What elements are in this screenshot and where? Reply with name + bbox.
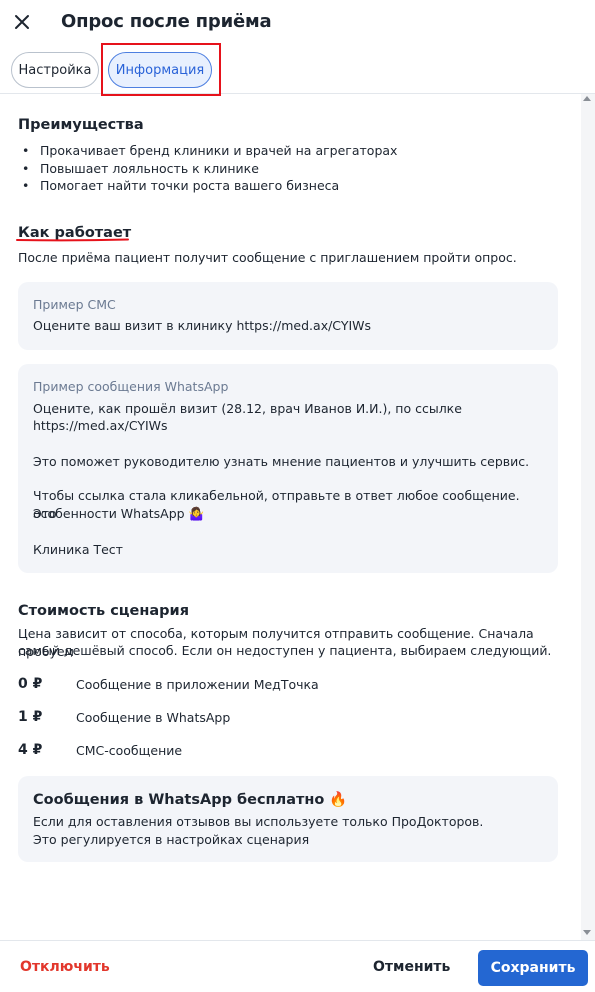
cost-description: самый дешёвый способ. Если он недоступен… — [18, 643, 552, 658]
tab-settings[interactable]: Настройка — [11, 52, 99, 88]
whatsapp-text-line: особенности WhatsApp 🤷‍♀️ — [33, 506, 205, 521]
tab-bar: Настройка Информация — [0, 48, 595, 94]
price-label: Сообщение в WhatsApp — [76, 710, 231, 725]
price-row: 0 ₽ Сообщение в приложении МедТочка — [18, 676, 558, 696]
sms-example-text: Оцените ваш визит в клинику https://med.… — [33, 318, 372, 333]
list-item: Повышает лояльность к клинике — [18, 160, 397, 178]
note-text: Если для оставления отзывов вы используе… — [33, 814, 484, 829]
sms-example-card: Пример СМС Оцените ваш визит в клинику h… — [18, 282, 558, 350]
price-label: Сообщение в приложении МедТочка — [76, 677, 319, 692]
note-text: Это регулируется в настройках сценария — [33, 832, 310, 847]
whatsapp-example-label: Пример сообщения WhatsApp — [33, 379, 229, 394]
whatsapp-free-note: Сообщения в WhatsApp бесплатно 🔥 Если дл… — [18, 776, 558, 862]
info-content: Преимущества Прокачивает бренд клиники и… — [0, 94, 581, 940]
sms-example-label: Пример СМС — [33, 297, 116, 312]
disable-button[interactable]: Отключить — [20, 959, 110, 975]
cost-title: Стоимость сценария — [18, 603, 190, 619]
whatsapp-text-line: Оцените, как прошёл визит (28.12, врач И… — [33, 401, 462, 416]
modal-header: Опрос после приёма — [0, 0, 595, 48]
price-amount: 4 ₽ — [18, 742, 43, 758]
price-label: СМС-сообщение — [76, 743, 183, 758]
benefits-list: Прокачивает бренд клиники и врачей на аг… — [18, 142, 397, 195]
list-item: Прокачивает бренд клиники и врачей на аг… — [18, 142, 397, 160]
whatsapp-example-card: Пример сообщения WhatsApp Оцените, как п… — [18, 364, 558, 573]
scrollbar[interactable] — [581, 94, 595, 940]
note-title: Сообщения в WhatsApp бесплатно 🔥 — [33, 792, 348, 808]
whatsapp-text-line: https://med.ax/CYIWs — [33, 418, 168, 433]
whatsapp-text-line: Клиника Тест — [33, 542, 123, 557]
scroll-up-arrow-icon[interactable] — [583, 96, 591, 101]
save-button[interactable]: Сохранить — [478, 950, 588, 986]
annotation-highlight-box — [101, 43, 221, 96]
cancel-button[interactable]: Отменить — [373, 959, 450, 975]
price-row: 4 ₽ СМС-сообщение — [18, 742, 558, 762]
page-title: Опрос после приёма — [61, 11, 272, 32]
whatsapp-text-line: Это поможет руководителю узнать мнение п… — [33, 454, 530, 469]
modal-footer: Отключить Отменить Сохранить — [0, 940, 595, 992]
annotation-underline — [16, 238, 129, 242]
price-amount: 0 ₽ — [18, 676, 43, 692]
price-row: 1 ₽ Сообщение в WhatsApp — [18, 709, 558, 729]
scroll-down-arrow-icon[interactable] — [583, 930, 591, 935]
list-item: Помогает найти точки роста вашего бизнес… — [18, 177, 397, 195]
close-icon[interactable] — [10, 10, 34, 34]
how-it-works-description: После приёма пациент получит сообщение с… — [18, 250, 517, 265]
price-amount: 1 ₽ — [18, 709, 43, 725]
benefits-title: Преимущества — [18, 117, 144, 133]
